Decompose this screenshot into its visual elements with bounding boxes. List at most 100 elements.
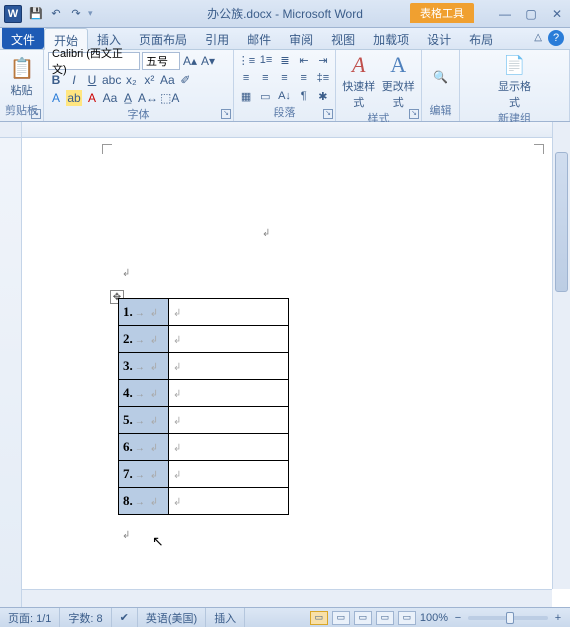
zoom-out-button[interactable]: − [452, 612, 464, 624]
table-cell-empty[interactable]: ↲ [169, 353, 289, 380]
clear-format-icon[interactable]: ✐ [177, 72, 193, 88]
qat-dropdown-icon[interactable]: ▾ [88, 8, 93, 19]
ribbon-minimize-icon[interactable]: △ [534, 32, 542, 43]
document-table[interactable]: 1.→ ↲↲2.→ ↲↲3.→ ↲↲4.→ ↲↲5.→ ↲↲6.→ ↲↲7.→ … [118, 298, 289, 515]
paste-button[interactable]: 📋 粘贴 [4, 56, 39, 98]
view-full-screen-button[interactable]: ▭ [332, 611, 350, 625]
justify-button[interactable]: ≡ [296, 70, 312, 86]
paragraph-dialog-launcher[interactable]: ↘ [323, 109, 333, 119]
show-marks-button[interactable]: ¶ [296, 88, 312, 104]
increase-indent-button[interactable]: ⇥ [315, 52, 331, 68]
find-icon[interactable]: 🔍 [433, 69, 449, 85]
table-cell-empty[interactable]: ↲ [169, 326, 289, 353]
table-cell-empty[interactable]: ↲ [169, 488, 289, 515]
context-tab-table-tools[interactable]: 表格工具 [410, 3, 474, 23]
status-language[interactable]: 英语(美国) [138, 608, 206, 627]
bold-button[interactable]: B [48, 72, 64, 88]
table-row[interactable]: 2.→ ↲↲ [119, 326, 289, 353]
table-row[interactable]: 6.→ ↲↲ [119, 434, 289, 461]
status-page[interactable]: 页面: 1/1 [0, 608, 60, 627]
strikethrough-button[interactable]: abc [102, 72, 121, 88]
italic-button[interactable]: I [66, 72, 82, 88]
zoom-slider-thumb[interactable] [506, 612, 514, 624]
restore-button[interactable]: ▢ [522, 7, 540, 21]
underline-button[interactable]: U [84, 72, 100, 88]
zoom-in-button[interactable]: + [552, 612, 564, 624]
subscript-button[interactable]: x₂ [123, 72, 139, 88]
numbering-button[interactable]: 1≡ [258, 52, 274, 68]
table-cell-empty[interactable]: ↲ [169, 407, 289, 434]
save-icon[interactable]: 💾 [28, 6, 44, 22]
asian-layout-button[interactable]: ✱ [315, 88, 331, 104]
show-format-button[interactable]: 📄 显示格式 [495, 52, 535, 110]
font-color-button[interactable]: A [84, 90, 100, 106]
table-row[interactable]: 3.→ ↲↲ [119, 353, 289, 380]
table-row[interactable]: 4.→ ↲↲ [119, 380, 289, 407]
horizontal-ruler[interactable] [22, 122, 552, 138]
decrease-indent-button[interactable]: ⇤ [296, 52, 312, 68]
vertical-scrollbar[interactable] [552, 122, 570, 589]
scrollbar-thumb[interactable] [555, 152, 568, 292]
font-dialog-launcher[interactable]: ↘ [221, 109, 231, 119]
quick-styles-button[interactable]: A 快速样式 [340, 52, 378, 110]
align-left-button[interactable]: ≡ [238, 70, 254, 86]
tab-file[interactable]: 文件 [2, 28, 44, 49]
view-outline-button[interactable]: ▭ [376, 611, 394, 625]
table-row[interactable]: 1.→ ↲↲ [119, 299, 289, 326]
char-shading-button[interactable]: Aa [102, 90, 118, 106]
redo-icon[interactable]: ↷ [68, 6, 84, 22]
clipboard-dialog-launcher[interactable]: ↘ [31, 109, 41, 119]
tab-page-layout[interactable]: 页面布局 [130, 28, 196, 49]
vertical-ruler[interactable] [0, 138, 22, 607]
shrink-font-icon[interactable]: A▾ [200, 53, 216, 69]
view-draft-button[interactable]: ▭ [398, 611, 416, 625]
zoom-slider[interactable] [468, 616, 548, 620]
tab-references[interactable]: 引用 [196, 28, 238, 49]
table-cell-empty[interactable]: ↲ [169, 299, 289, 326]
styles-dialog-launcher[interactable]: ↘ [409, 109, 419, 119]
document-page[interactable]: ↲ ↲ ✥ 1.→ ↲↲2.→ ↲↲3.→ ↲↲4.→ ↲↲5.→ ↲↲6.→ … [22, 138, 552, 589]
zoom-level[interactable]: 100% [420, 612, 448, 624]
tab-review[interactable]: 审阅 [280, 28, 322, 49]
sort-button[interactable]: A↓ [276, 88, 292, 104]
change-case-button[interactable]: Aa [159, 72, 175, 88]
view-print-layout-button[interactable]: ▭ [310, 611, 328, 625]
bullets-button[interactable]: ⋮≡ [238, 52, 255, 68]
tab-mailings[interactable]: 邮件 [238, 28, 280, 49]
table-cell-number[interactable]: 2.→ ↲ [119, 326, 169, 353]
undo-icon[interactable]: ↶ [48, 6, 64, 22]
table-cell-empty[interactable]: ↲ [169, 461, 289, 488]
table-cell-number[interactable]: 5.→ ↲ [119, 407, 169, 434]
table-cell-number[interactable]: 1.→ ↲ [119, 299, 169, 326]
highlight-button[interactable]: ab [66, 90, 82, 106]
horizontal-scrollbar[interactable] [22, 589, 552, 607]
tab-design[interactable]: 设计 [418, 28, 460, 49]
grow-font-icon[interactable]: A▴ [182, 53, 198, 69]
shading-button[interactable]: ▦ [238, 88, 254, 104]
close-button[interactable]: ✕ [548, 7, 566, 21]
table-row[interactable]: 8.→ ↲↲ [119, 488, 289, 515]
table-row[interactable]: 7.→ ↲↲ [119, 461, 289, 488]
superscript-button[interactable]: x² [141, 72, 157, 88]
help-icon[interactable]: ? [548, 30, 564, 46]
view-web-button[interactable]: ▭ [354, 611, 372, 625]
status-word-count[interactable]: 字数: 8 [60, 608, 111, 627]
table-cell-number[interactable]: 3.→ ↲ [119, 353, 169, 380]
minimize-button[interactable]: — [496, 7, 514, 21]
align-right-button[interactable]: ≡ [276, 70, 292, 86]
table-cell-empty[interactable]: ↲ [169, 434, 289, 461]
status-mode[interactable]: 插入 [206, 608, 245, 627]
table-cell-number[interactable]: 6.→ ↲ [119, 434, 169, 461]
change-styles-button[interactable]: A 更改样式 [380, 52, 418, 110]
tab-view[interactable]: 视图 [322, 28, 364, 49]
line-spacing-button[interactable]: ‡≡ [315, 70, 331, 86]
table-cell-number[interactable]: 4.→ ↲ [119, 380, 169, 407]
font-size-combo[interactable]: 五号 [142, 52, 180, 70]
char-border-button[interactable]: ⬚A [160, 90, 179, 106]
table-cell-number[interactable]: 7.→ ↲ [119, 461, 169, 488]
font-name-combo[interactable]: Calibri (西文正文) [48, 52, 140, 70]
tab-table-layout[interactable]: 布局 [460, 28, 502, 49]
char-scale-button[interactable]: A↔ [138, 90, 158, 106]
tab-addins[interactable]: 加载项 [364, 28, 418, 49]
align-center-button[interactable]: ≡ [257, 70, 273, 86]
